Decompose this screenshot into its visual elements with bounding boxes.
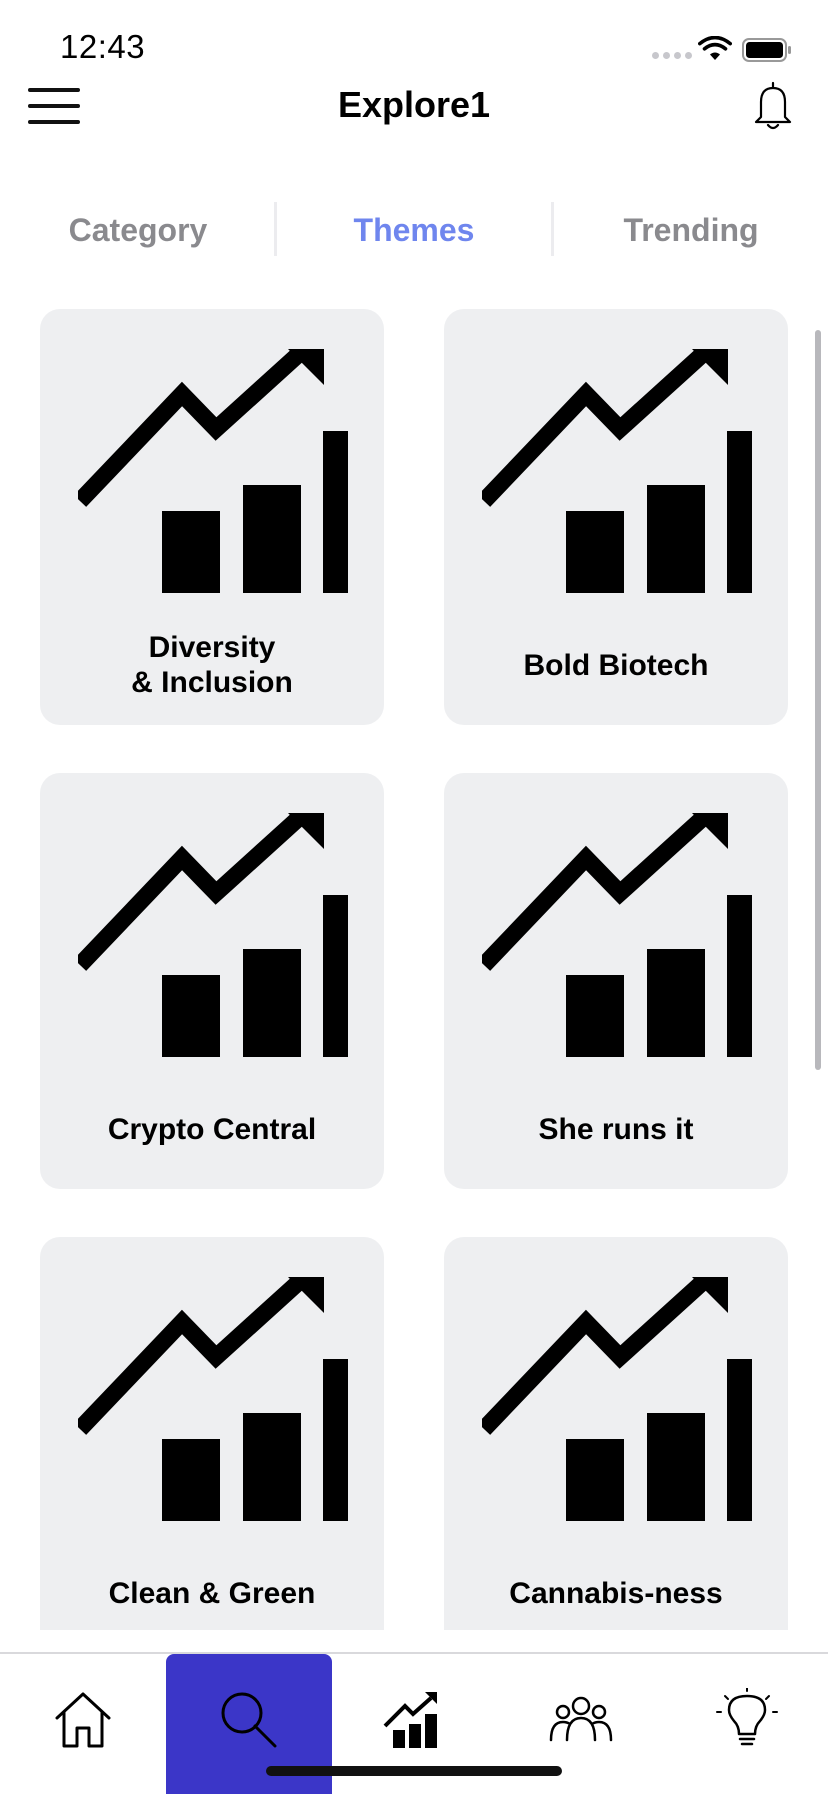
theme-card-cannabis-ness[interactable]: Cannabis-ness bbox=[444, 1237, 788, 1630]
growth-chart-icon bbox=[482, 1277, 752, 1527]
theme-card-clean-green[interactable]: Clean & Green bbox=[40, 1237, 384, 1630]
growth-chart-icon bbox=[78, 813, 348, 1063]
themes-grid: Diversity & Inclusion Bold Biotech Crypt… bbox=[0, 300, 828, 1630]
cellular-signal-icon bbox=[652, 52, 692, 59]
nav-ideas[interactable] bbox=[664, 1654, 828, 1794]
nav-home[interactable] bbox=[0, 1654, 166, 1794]
home-icon bbox=[55, 1692, 111, 1748]
theme-card-label: Diversity & Inclusion bbox=[131, 631, 293, 699]
growth-chart-icon bbox=[482, 813, 752, 1063]
lightbulb-icon bbox=[716, 1688, 778, 1746]
search-icon bbox=[221, 1692, 277, 1748]
theme-card-label: She runs it bbox=[538, 1112, 694, 1146]
growth-chart-icon bbox=[78, 349, 348, 599]
wifi-icon bbox=[698, 36, 732, 60]
notification-bell-icon[interactable] bbox=[752, 80, 794, 132]
page-title: Explore1 bbox=[337, 84, 491, 125]
tab-trending[interactable]: Trending bbox=[553, 198, 828, 262]
theme-card-crypto-central[interactable]: Crypto Central bbox=[40, 773, 384, 1189]
growth-chart-icon bbox=[78, 1277, 348, 1527]
theme-card-label: Cannabis-ness bbox=[509, 1576, 723, 1610]
home-indicator[interactable] bbox=[266, 1766, 562, 1776]
vertical-scrollbar[interactable] bbox=[815, 330, 821, 1070]
app-header: Explore1 bbox=[0, 70, 828, 170]
theme-card-diversity-inclusion[interactable]: Diversity & Inclusion bbox=[40, 309, 384, 725]
theme-card-label: Clean & Green bbox=[108, 1576, 316, 1610]
chart-icon bbox=[383, 1692, 437, 1748]
theme-card-bold-biotech[interactable]: Bold Biotech bbox=[444, 309, 788, 725]
tab-themes[interactable]: Themes bbox=[276, 198, 552, 262]
theme-card-she-runs-it[interactable]: She runs it bbox=[444, 773, 788, 1189]
status-time: 12:43 bbox=[60, 28, 146, 65]
theme-card-label: Bold Biotech bbox=[523, 648, 709, 682]
people-icon bbox=[549, 1696, 613, 1742]
tab-category[interactable]: Category bbox=[0, 198, 276, 262]
battery-icon bbox=[742, 38, 791, 62]
theme-card-label: Crypto Central bbox=[107, 1112, 317, 1146]
explore-tabs: Category Themes Trending bbox=[0, 198, 828, 262]
growth-chart-icon bbox=[482, 349, 752, 599]
